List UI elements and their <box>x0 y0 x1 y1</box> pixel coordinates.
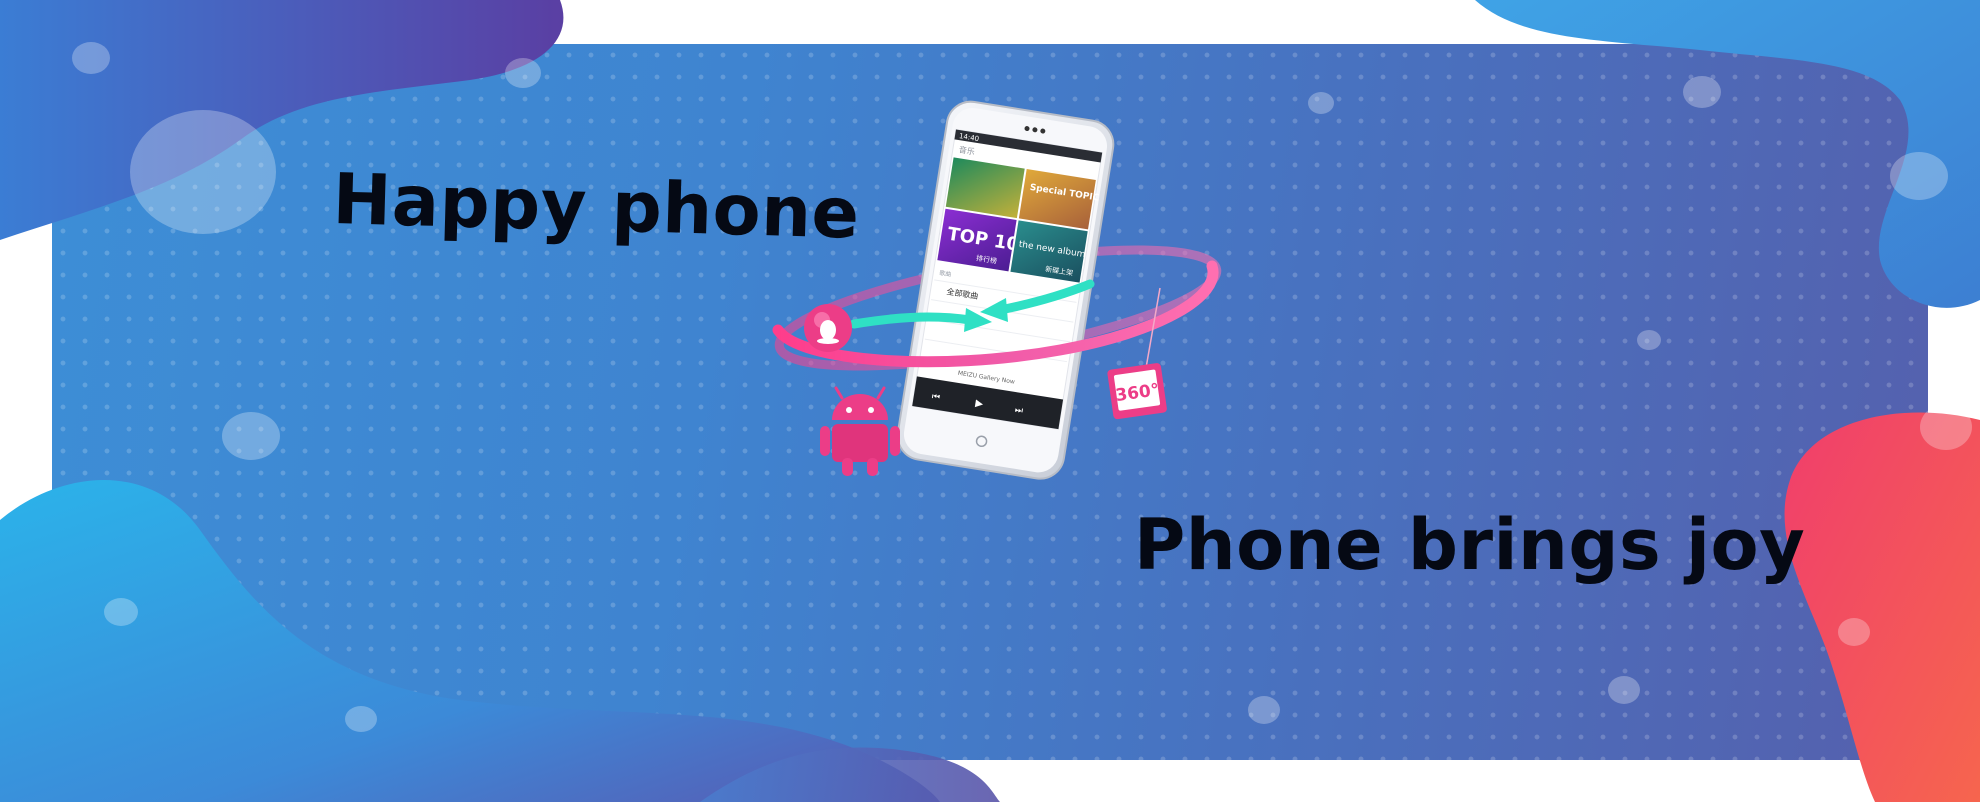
360-badge-icon: 360° <box>1107 363 1167 420</box>
bubble <box>1838 618 1870 646</box>
phone-illustration: 14:40 音乐 Special TOPIC TOP 10 排行榜 the ne… <box>772 100 1222 480</box>
headline-secondary: Phone brings joy <box>1134 504 1806 586</box>
bubble <box>1608 676 1640 704</box>
bubble <box>345 706 377 732</box>
svg-text:⏭: ⏭ <box>1014 405 1024 416</box>
bubble <box>1920 404 1972 450</box>
bubble <box>1890 152 1948 200</box>
bubble <box>505 58 541 88</box>
qq-penguin-icon <box>804 304 852 352</box>
promo-banner: Happy phone Phone brings joy 14:40 音乐 Sp… <box>0 0 1980 802</box>
bubble <box>1637 330 1661 350</box>
svg-text:⏮: ⏮ <box>931 392 941 403</box>
bubble <box>72 42 110 74</box>
bubble <box>130 110 276 234</box>
bubble <box>104 598 138 626</box>
bubble <box>1308 92 1334 114</box>
android-robot-icon <box>820 386 900 476</box>
bubble <box>1248 696 1280 724</box>
bubble <box>222 412 280 460</box>
bubble <box>1683 76 1721 108</box>
